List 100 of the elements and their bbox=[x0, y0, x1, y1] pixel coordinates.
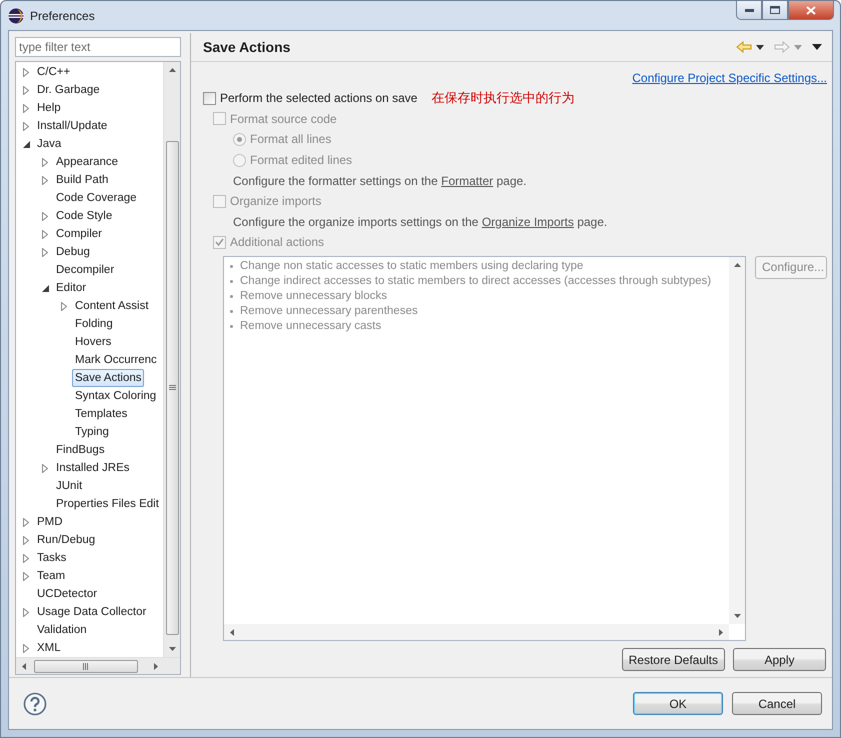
dialog-button[interactable]: OK bbox=[633, 692, 723, 715]
expand-arrow-icon[interactable] bbox=[23, 122, 29, 130]
tree-item[interactable]: Build Path bbox=[53, 171, 112, 189]
scroll-right-arrow-icon[interactable] bbox=[154, 662, 158, 670]
tree-item[interactable]: Installed JREs bbox=[53, 459, 133, 477]
tree-item[interactable]: Compiler bbox=[53, 225, 106, 243]
tree-item[interactable]: Editor bbox=[53, 279, 90, 297]
tree-item[interactable]: FindBugs bbox=[53, 441, 108, 459]
grip-icon[interactable] bbox=[168, 385, 176, 391]
expand-arrow-icon[interactable] bbox=[23, 86, 29, 94]
expand-arrow-icon[interactable] bbox=[23, 104, 29, 112]
tree-item[interactable]: Code Coverage bbox=[53, 189, 140, 207]
expand-arrow-icon[interactable] bbox=[23, 536, 29, 544]
expand-arrow-icon[interactable] bbox=[23, 572, 29, 580]
scroll-up-arrow-icon[interactable] bbox=[168, 68, 176, 72]
close-icon[interactable] bbox=[806, 6, 816, 14]
window-title: Preferences bbox=[30, 9, 95, 23]
vertical-scrollbar[interactable] bbox=[729, 256, 745, 624]
list-item: Change indirect accesses to static members to direct accesses (accesses through subtypes) bbox=[240, 275, 712, 288]
horizontal-scrollbar[interactable] bbox=[224, 624, 729, 640]
tree-item[interactable]: Team bbox=[34, 567, 68, 585]
expand-arrow-icon[interactable] bbox=[42, 464, 48, 472]
dialog-button[interactable]: Cancel bbox=[732, 692, 822, 715]
tree-item[interactable]: Java bbox=[34, 135, 64, 153]
bullet-icon bbox=[230, 310, 233, 313]
minimize-icon[interactable] bbox=[744, 8, 754, 12]
list-item: Remove unnecessary blocks bbox=[240, 290, 388, 302]
scroll-up-arrow-icon[interactable] bbox=[734, 262, 740, 267]
scroll-down-arrow-icon[interactable] bbox=[168, 647, 176, 651]
scroll-left-arrow-icon[interactable] bbox=[230, 628, 234, 636]
close-button[interactable] bbox=[788, 1, 834, 20]
vertical-scrollbar[interactable] bbox=[163, 62, 180, 657]
tree-item[interactable]: PMD bbox=[34, 513, 66, 531]
radio-label: Format edited lines bbox=[250, 153, 352, 168]
configure-link[interactable]: Configure Project Specific Settings... bbox=[632, 71, 827, 85]
grip-icon[interactable] bbox=[83, 662, 89, 670]
expand-arrow-icon[interactable] bbox=[42, 248, 48, 256]
help-icon[interactable] bbox=[23, 692, 47, 716]
expand-arrow-icon[interactable] bbox=[61, 302, 67, 310]
app-icon bbox=[8, 8, 24, 24]
checkbox-label: Perform the selected actions on save bbox=[220, 91, 418, 106]
tree-item[interactable]: XML bbox=[34, 639, 64, 657]
tree-item[interactable]: JUnit bbox=[53, 477, 86, 495]
collapse-arrow-icon[interactable] bbox=[22, 140, 30, 148]
page-button[interactable]: Apply bbox=[733, 648, 826, 671]
page-button[interactable]: Restore Defaults bbox=[622, 648, 725, 671]
expand-arrow-icon[interactable] bbox=[23, 518, 29, 526]
tree-item[interactable]: Appearance bbox=[53, 153, 122, 171]
tree-item[interactable]: Folding bbox=[72, 315, 116, 333]
filter-field[interactable]: type filter text bbox=[15, 37, 181, 57]
collapse-arrow-icon[interactable] bbox=[42, 284, 48, 292]
tree-item[interactable]: Debug bbox=[53, 243, 93, 261]
checkbox-label: Organize imports bbox=[230, 194, 322, 208]
tree-item[interactable]: Validation bbox=[34, 621, 90, 639]
list-item: Remove unnecessary parentheses bbox=[240, 305, 418, 318]
tree-item[interactable]: Typing bbox=[72, 423, 112, 441]
forward-arrow-icon[interactable] bbox=[774, 41, 790, 53]
tree-item[interactable]: Dr. Garbage bbox=[34, 81, 103, 99]
expand-arrow-icon[interactable] bbox=[23, 554, 29, 562]
tree-item[interactable]: Install/Update bbox=[34, 117, 110, 135]
minimize-button[interactable] bbox=[736, 1, 762, 20]
bullet-icon bbox=[230, 324, 233, 328]
checkbox-label: Additional actions bbox=[230, 235, 324, 250]
bullet-icon bbox=[230, 264, 233, 268]
scroll-left-arrow-icon[interactable] bbox=[22, 662, 26, 670]
tree-item[interactable]: Mark Occurrenc bbox=[72, 351, 160, 369]
tree-item[interactable]: Tasks bbox=[34, 549, 70, 567]
expand-arrow-icon[interactable] bbox=[42, 230, 48, 238]
list-item: Remove unnecessary casts bbox=[240, 320, 382, 332]
tree-item[interactable]: Hovers bbox=[72, 333, 114, 351]
tree-item[interactable]: Templates bbox=[72, 405, 130, 423]
expand-arrow-icon[interactable] bbox=[23, 608, 29, 616]
scroll-right-arrow-icon[interactable] bbox=[719, 628, 723, 636]
description-text: Configure the organize imports settings on the Organize Imports page. bbox=[233, 214, 608, 229]
view-menu-icon[interactable] bbox=[812, 44, 822, 50]
expand-arrow-icon[interactable] bbox=[42, 212, 48, 220]
expand-arrow-icon[interactable] bbox=[23, 644, 29, 652]
tree-item[interactable]: UCDetector bbox=[34, 585, 100, 603]
tree-item[interactable]: Save Actions bbox=[72, 369, 144, 387]
checkbox[interactable] bbox=[203, 92, 216, 105]
tree-item[interactable]: Decompiler bbox=[53, 261, 118, 279]
tree-item[interactable]: Properties Files Edit bbox=[53, 495, 162, 513]
expand-arrow-icon[interactable] bbox=[42, 176, 48, 184]
caret-icon[interactable] bbox=[756, 44, 764, 50]
expand-arrow-icon[interactable] bbox=[23, 68, 29, 76]
description-text: Configure the formatter settings on the Formatter page. bbox=[233, 174, 527, 188]
bullet-icon bbox=[230, 280, 233, 283]
tree-item[interactable]: C/C++ bbox=[34, 63, 74, 81]
expand-arrow-icon[interactable] bbox=[42, 158, 48, 166]
tree-item[interactable]: Usage Data Collector bbox=[34, 603, 150, 621]
tree-item[interactable]: Help bbox=[34, 99, 64, 117]
scroll-down-arrow-icon[interactable] bbox=[734, 614, 740, 618]
maximize-button[interactable] bbox=[762, 1, 788, 20]
tree-item[interactable]: Content Assist bbox=[72, 297, 152, 315]
maximize-icon[interactable] bbox=[770, 6, 780, 14]
tree-item[interactable]: Syntax Coloring bbox=[72, 387, 160, 405]
tree-item[interactable]: Run/Debug bbox=[34, 531, 98, 549]
horizontal-scrollbar[interactable] bbox=[16, 657, 180, 674]
list-item: Change non static accesses to static members using declaring type bbox=[240, 260, 584, 272]
tree-item[interactable]: Code Style bbox=[53, 207, 116, 225]
